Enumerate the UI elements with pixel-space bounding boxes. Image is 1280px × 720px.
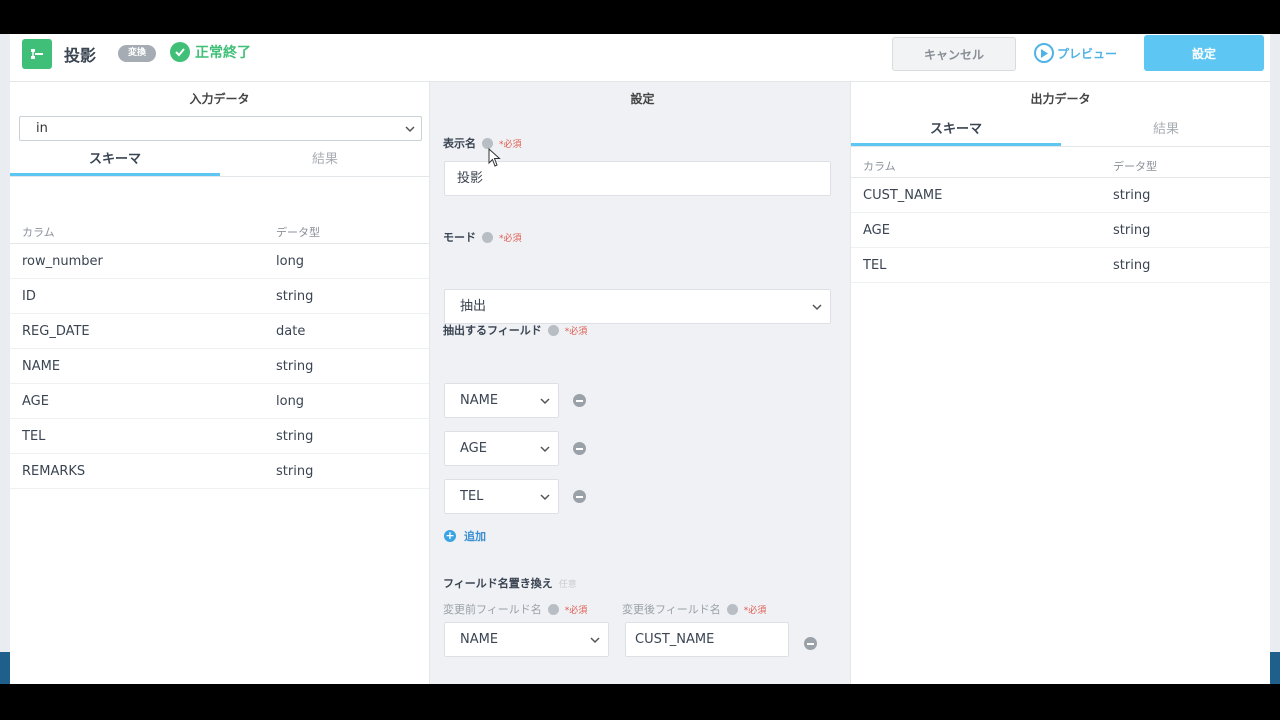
help-icon[interactable]	[482, 231, 493, 243]
table-row: TEL string	[10, 419, 429, 454]
input-source-select[interactable]: in	[19, 116, 422, 141]
column-header-type: データ型	[276, 226, 320, 239]
tab-output-result[interactable]: 結果	[1061, 115, 1270, 146]
right-edge-strip	[1270, 34, 1280, 684]
cancel-button[interactable]: キャンセル	[892, 37, 1016, 71]
chevron-down-icon	[405, 126, 415, 133]
extract-field-select[interactable]: NAME	[444, 383, 559, 418]
chevron-down-icon	[540, 398, 550, 405]
table-row: NAME string	[10, 349, 429, 384]
type-badge: 変換	[118, 45, 156, 62]
help-icon[interactable]	[547, 603, 559, 615]
settings-title: 設定	[630, 92, 655, 106]
remove-rename-icon[interactable]	[804, 637, 817, 650]
tab-output-schema[interactable]: スキーマ	[851, 115, 1061, 146]
rename-after-input[interactable]: CUST_NAME	[625, 622, 789, 657]
table-row: AGE long	[10, 384, 429, 419]
remove-field-icon[interactable]	[573, 490, 586, 503]
chevron-down-icon	[540, 446, 550, 453]
tab-input-schema[interactable]: スキーマ	[10, 145, 220, 176]
settings-panel: 設定 表示名 *必須 投影 モード *必須 抽出 抽出するフィールド *必須 N…	[430, 82, 855, 684]
status-indicator: 正常終了	[170, 42, 251, 62]
extract-field-select[interactable]: TEL	[444, 479, 559, 514]
tab-input-result[interactable]: 結果	[220, 145, 430, 176]
required-mark: *必須	[499, 233, 522, 244]
mouse-cursor-icon	[488, 148, 501, 167]
mode-select[interactable]: 抽出	[444, 289, 831, 324]
display-name-label: 表示名 *必須	[443, 137, 522, 150]
chevron-down-icon	[590, 637, 600, 644]
table-row: ID string	[10, 279, 429, 314]
help-icon[interactable]	[482, 137, 493, 149]
check-circle-icon	[170, 42, 190, 62]
display-name-input[interactable]: 投影	[444, 161, 831, 196]
optional-mark: 任意	[558, 579, 577, 590]
header: 投影 変換 正常終了 キャンセル プレビュー 設定	[10, 34, 1270, 82]
input-tabs: スキーマ 結果	[10, 145, 430, 177]
table-row: REG_DATE date	[10, 314, 429, 349]
table-row: AGE string	[851, 213, 1270, 248]
help-icon[interactable]	[726, 603, 738, 615]
extract-fields-label: 抽出するフィールド *必須	[443, 324, 588, 337]
before-field-label: 変更前フィールド名 *必須	[443, 603, 588, 616]
column-header-type: データ型	[1113, 160, 1157, 173]
output-data-panel: 出力データ スキーマ 結果 カラム データ型 CUST_NAME string A…	[850, 82, 1270, 684]
required-mark: *必須	[564, 605, 588, 616]
chevron-down-icon	[812, 304, 822, 311]
output-table-header: カラム データ型	[851, 148, 1270, 178]
remove-field-icon[interactable]	[573, 442, 586, 455]
required-mark: *必須	[564, 326, 588, 337]
projection-icon	[22, 39, 52, 69]
required-mark: *必須	[743, 605, 767, 616]
status-text: 正常終了	[195, 45, 251, 61]
chevron-down-icon	[540, 494, 550, 501]
mode-label: モード *必須	[443, 231, 522, 244]
after-field-label: 変更後フィールド名 *必須	[622, 603, 767, 616]
app-window: 投影 変換 正常終了 キャンセル プレビュー 設定 入力データ in スキーマ …	[10, 34, 1270, 684]
rename-before-select[interactable]: NAME	[444, 622, 609, 657]
required-mark: *必須	[499, 139, 522, 150]
rename-label: フィールド名置き換え 任意	[443, 577, 577, 590]
page-title: 投影	[64, 46, 97, 65]
table-row: REMARKS string	[10, 454, 429, 489]
column-header-column: カラム	[863, 160, 896, 173]
left-edge-strip	[0, 34, 10, 684]
input-data-title: 入力データ	[189, 92, 250, 106]
plus-icon: +	[444, 529, 456, 542]
extract-field-select[interactable]: AGE	[444, 431, 559, 466]
preview-button[interactable]: プレビュー	[1034, 41, 1117, 65]
output-data-title: 出力データ	[1030, 92, 1091, 106]
play-icon	[1034, 43, 1054, 63]
preview-label: プレビュー	[1057, 46, 1118, 61]
setting-button[interactable]: 設定	[1144, 35, 1264, 71]
add-field-link[interactable]: + 追加	[444, 528, 486, 544]
output-tabs: スキーマ 結果	[851, 115, 1270, 147]
table-row: row_number long	[10, 244, 429, 279]
table-row: CUST_NAME string	[851, 178, 1270, 213]
column-header-column: カラム	[22, 226, 55, 239]
help-icon[interactable]	[547, 324, 559, 336]
table-row: TEL string	[851, 248, 1270, 283]
input-table-header: カラム データ型	[10, 214, 429, 244]
remove-field-icon[interactable]	[573, 394, 586, 407]
input-data-panel: 入力データ in スキーマ 結果 カラム データ型 row_number long…	[10, 82, 430, 684]
